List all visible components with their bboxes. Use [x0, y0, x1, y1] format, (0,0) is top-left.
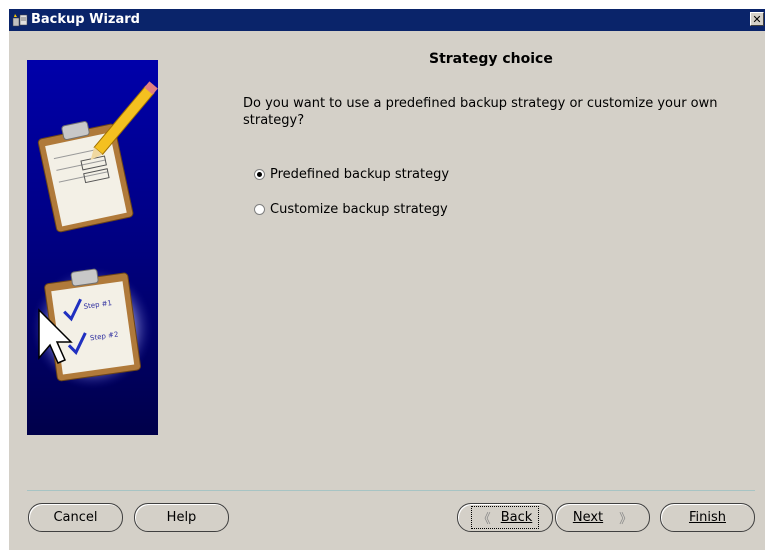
cancel-button[interactable]: Cancel [28, 503, 123, 532]
title-bar: Backup Wizard ✕ [9, 9, 765, 31]
next-button-label: Next [572, 510, 604, 525]
strategy-question: Do you want to use a predefined backup s… [243, 96, 718, 128]
cancel-button-label: Cancel [53, 510, 98, 525]
backup-wizard-window: Backup Wizard ✕ Step #1 Step #2 Strategy… [8, 8, 765, 550]
next-button[interactable]: Next 》 [555, 503, 650, 532]
help-button[interactable]: Help [134, 503, 229, 532]
page-heading: Strategy choice [429, 51, 553, 67]
clipboard-checklist-illustration: Step #1 Step #2 [27, 60, 158, 435]
customize-strategy-label: Customize backup strategy [270, 201, 448, 217]
predefined-strategy-label: Predefined backup strategy [270, 166, 450, 182]
radio-button-selected[interactable] [254, 168, 265, 180]
back-button[interactable]: 《 Back [457, 503, 553, 532]
wizard-icon [12, 14, 28, 27]
back-arrow-icon: 《 [477, 512, 491, 527]
help-button-label: Help [166, 510, 197, 525]
radio-button-unselected[interactable] [254, 203, 265, 215]
back-button-label: Back [500, 510, 533, 525]
customize-strategy-radio[interactable]: Customize backup strategy [254, 200, 448, 218]
predefined-strategy-radio[interactable]: Predefined backup strategy [254, 165, 449, 183]
window-title: Backup Wizard [31, 12, 140, 27]
back-button-focus: 《 Back [470, 506, 540, 529]
button-separator [27, 490, 755, 491]
finish-button[interactable]: Finish [660, 503, 755, 532]
close-button[interactable]: ✕ [750, 12, 764, 26]
next-arrow-icon: 》 [619, 512, 633, 527]
finish-button-label: Finish [688, 510, 726, 525]
